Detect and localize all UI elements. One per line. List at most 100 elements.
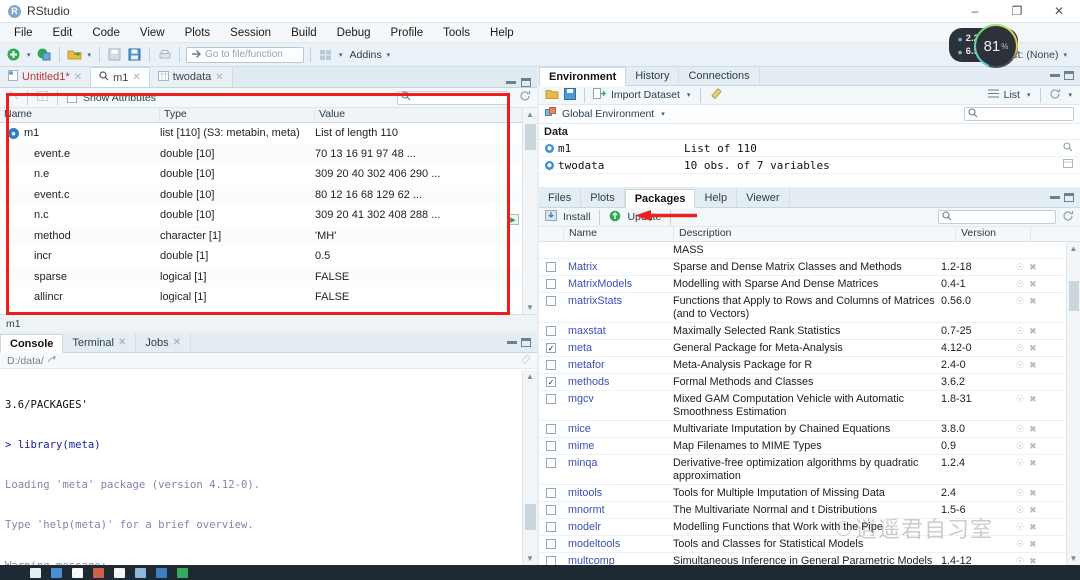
browse-package-icon[interactable]: ☉ [1016, 360, 1024, 371]
taskbar-icon[interactable] [156, 567, 167, 578]
package-checkbox[interactable] [546, 278, 556, 289]
show-attributes-checkbox[interactable] [67, 92, 77, 103]
table-icon[interactable] [1056, 159, 1080, 171]
clear-environment-icon[interactable] [709, 87, 723, 103]
package-name[interactable]: modelr [563, 521, 673, 533]
environment-object-m1[interactable]: ● m1 List of 110 [539, 140, 1080, 157]
list-item[interactable]: maxstat Maximally Selected Rank Statisti… [539, 323, 1066, 340]
scrollbar-thumb[interactable] [524, 124, 536, 150]
save-icon[interactable] [564, 87, 576, 103]
taskbar-icon[interactable] [114, 567, 125, 578]
tab-console[interactable]: Console [0, 334, 64, 353]
grid-scrollbar[interactable]: ▲ ▼ [522, 108, 537, 314]
taskbar-icon[interactable] [93, 567, 104, 578]
package-name[interactable]: mnormt [563, 504, 673, 516]
package-checkbox[interactable] [546, 538, 556, 549]
tab-terminal[interactable]: Terminal ✕ [63, 333, 137, 352]
environment-scope-selector[interactable]: Global Environment ▾ [539, 105, 1080, 124]
package-name[interactable]: mice [563, 423, 673, 435]
menu-edit[interactable]: Edit [43, 25, 83, 41]
package-checkbox[interactable] [546, 487, 556, 498]
panes-caret[interactable]: ▾ [337, 51, 345, 59]
tab-files[interactable]: Files [539, 188, 582, 207]
view-data-icon[interactable]: ▶ [507, 214, 519, 225]
package-name[interactable]: matrixStats [563, 295, 673, 307]
source-tab-twodata[interactable]: twodata ✕ [149, 67, 233, 87]
browse-package-icon[interactable]: ☉ [1016, 394, 1024, 405]
remove-package-icon[interactable]: ✖ [1029, 279, 1037, 290]
browse-package-icon[interactable]: ☉ [1016, 556, 1024, 566]
grid-header-type[interactable]: Type [160, 108, 315, 122]
open-folder-icon[interactable] [545, 88, 559, 103]
tab-help[interactable]: Help [695, 188, 738, 207]
tab-connections[interactable]: Connections [679, 66, 760, 85]
remove-package-icon[interactable]: ✖ [1029, 296, 1037, 307]
table-row[interactable]: allincr logical [1] FALSE [0, 287, 537, 308]
browse-package-icon[interactable]: ☉ [1016, 441, 1024, 452]
grid-header-name[interactable]: Name [0, 108, 160, 122]
list-item[interactable]: modeltools Tools and Classes for Statist… [539, 536, 1066, 553]
list-item[interactable]: MASS [539, 242, 1066, 259]
scroll-down-icon[interactable]: ▼ [526, 552, 534, 565]
back-arrow-icon[interactable] [6, 91, 18, 104]
remove-package-icon[interactable]: ✖ [1029, 360, 1037, 371]
taskbar-icon[interactable] [177, 567, 188, 578]
package-name[interactable]: modeltools [563, 538, 673, 550]
close-icon[interactable]: ✕ [215, 72, 223, 83]
browse-package-icon[interactable]: ☉ [1016, 458, 1024, 469]
package-name[interactable]: meta [563, 342, 673, 354]
package-name[interactable]: mime [563, 440, 673, 452]
scroll-up-icon[interactable]: ▲ [526, 108, 534, 121]
package-checkbox[interactable] [546, 359, 556, 370]
taskbar-icon[interactable] [51, 567, 62, 578]
table-row[interactable]: event.c double [10] 80 12 16 68 129 62 .… [0, 184, 537, 205]
menu-plots[interactable]: Plots [175, 25, 221, 41]
browse-package-icon[interactable]: ☉ [1016, 262, 1024, 273]
remove-package-icon[interactable]: ✖ [1029, 424, 1037, 435]
close-button[interactable]: ✕ [1038, 0, 1080, 22]
list-item[interactable]: minqa Derivative-free optimization algor… [539, 455, 1066, 485]
browse-package-icon[interactable]: ☉ [1016, 296, 1024, 307]
table-row[interactable]: n.e double [10] 309 20 40 302 406 290 ..… [0, 164, 537, 185]
maximize-button[interactable]: ❐ [996, 0, 1038, 22]
close-icon[interactable]: ✕ [132, 72, 140, 83]
scroll-down-icon[interactable]: ▼ [1070, 552, 1078, 565]
package-checkbox[interactable]: ✓ [546, 342, 556, 353]
menu-profile[interactable]: Profile [381, 25, 434, 41]
packages-search-input[interactable] [938, 210, 1056, 224]
table-row[interactable]: event.e double [10] 70 13 16 91 97 48 ..… [0, 143, 537, 164]
minimize-button[interactable]: – [954, 0, 996, 22]
import-caret[interactable]: ▾ [685, 91, 693, 99]
system-monitor-widget[interactable]: ● 2.2 K/s ● 6.9 K/s 81 % [948, 26, 1018, 66]
new-project-icon[interactable] [36, 46, 53, 63]
goto-file-function-input[interactable]: Go to file/function [186, 46, 305, 63]
source-tab-untitled1[interactable]: Untitled1* ✕ [0, 67, 92, 87]
save-all-icon[interactable] [126, 46, 143, 63]
browse-package-icon[interactable]: ☉ [1016, 326, 1024, 337]
package-name[interactable]: Matrix [563, 261, 673, 273]
filter-icon[interactable] [37, 91, 48, 104]
close-icon[interactable]: ✕ [74, 72, 82, 83]
print-icon[interactable] [156, 46, 173, 63]
package-checkbox[interactable] [546, 521, 556, 532]
package-checkbox[interactable] [546, 423, 556, 434]
packages-scrollbar[interactable]: ▲ ▼ [1066, 242, 1080, 565]
package-checkbox[interactable] [546, 325, 556, 336]
package-name[interactable]: metafor [563, 359, 673, 371]
packages-header-name[interactable]: Name [563, 227, 673, 241]
menu-code[interactable]: Code [82, 25, 130, 41]
list-item[interactable]: MatrixModels Modelling with Sparse And D… [539, 276, 1066, 293]
list-item[interactable]: mime Map Filenames to MIME Types 0.9 ☉ ✖ [539, 438, 1066, 455]
package-checkbox[interactable]: ✓ [546, 376, 556, 387]
table-row[interactable]: incr double [1] 0.5 [0, 246, 537, 267]
scroll-down-icon[interactable]: ▼ [526, 301, 534, 314]
refresh-icon[interactable] [1049, 88, 1061, 103]
browse-package-icon[interactable]: ☉ [1016, 279, 1024, 290]
taskbar-icon[interactable] [30, 567, 41, 578]
list-item[interactable]: multcomp Simultaneous Inference in Gener… [539, 553, 1066, 566]
taskbar-icon[interactable] [72, 567, 83, 578]
browse-package-icon[interactable]: ☉ [1016, 539, 1024, 550]
menu-file[interactable]: File [4, 25, 43, 41]
list-item[interactable]: mgcv Mixed GAM Computation Vehicle with … [539, 391, 1066, 421]
close-icon[interactable]: ✕ [173, 337, 181, 348]
